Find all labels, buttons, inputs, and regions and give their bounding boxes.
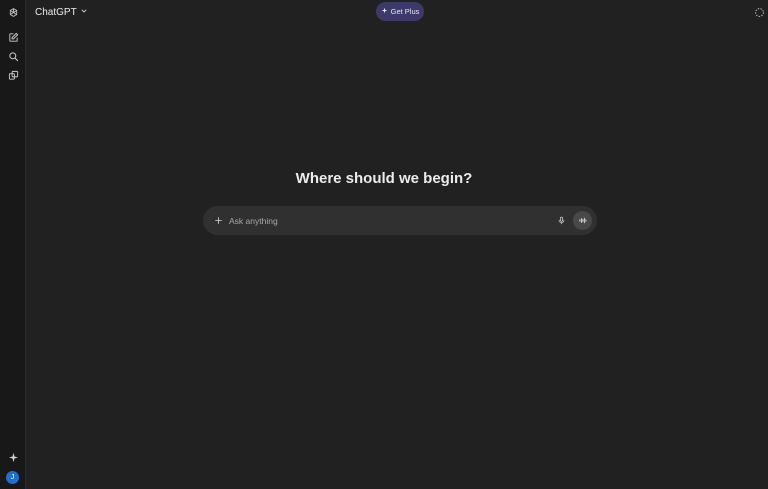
attach-plus-icon[interactable] bbox=[211, 213, 226, 228]
voice-mode-button[interactable] bbox=[573, 211, 592, 230]
get-plus-label: Get Plus bbox=[390, 7, 420, 16]
model-selector[interactable]: ChatGPT bbox=[31, 3, 92, 21]
model-name: ChatGPT bbox=[35, 6, 77, 18]
chevron-down-icon bbox=[80, 7, 88, 18]
waveform-icon bbox=[578, 212, 587, 230]
temporary-chat-icon[interactable] bbox=[750, 3, 768, 21]
get-plus-button[interactable]: Get Plus bbox=[376, 2, 424, 21]
sidebar-rail: J bbox=[0, 0, 26, 489]
sparkle-icon[interactable] bbox=[3, 447, 23, 467]
new-chat-icon[interactable] bbox=[3, 27, 23, 47]
microphone-icon[interactable] bbox=[554, 213, 569, 228]
library-icon[interactable] bbox=[3, 65, 23, 85]
chat-composer bbox=[203, 206, 597, 235]
prompt-input[interactable] bbox=[229, 213, 529, 228]
user-avatar[interactable]: J bbox=[6, 471, 19, 484]
app-window: J ChatGPT Get Plus Where should we begin… bbox=[0, 0, 768, 489]
sparkle-icon bbox=[381, 7, 388, 16]
openai-logo-icon[interactable] bbox=[3, 2, 23, 22]
search-icon[interactable] bbox=[3, 46, 23, 66]
page-headline: Where should we begin? bbox=[295, 170, 473, 187]
